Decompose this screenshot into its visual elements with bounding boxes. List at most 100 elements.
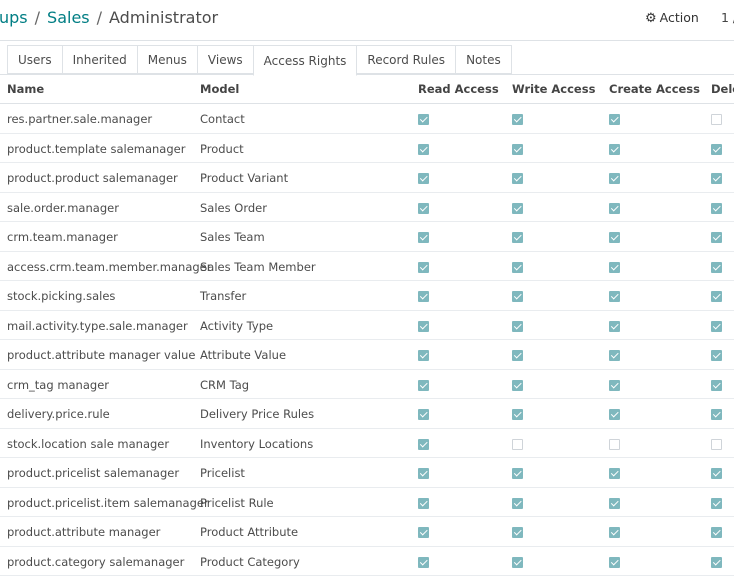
tab-users[interactable]: Users [7,45,63,74]
delete-access-checkbox[interactable] [711,203,722,214]
table-row[interactable]: product.attribute manager valueAttribute… [0,340,734,370]
column-header-delete-access[interactable]: Dele [711,82,734,96]
read-access-checkbox[interactable] [418,439,429,450]
table-row[interactable]: product.category salemanagerProduct Cate… [0,547,734,576]
column-header-read-access[interactable]: Read Access [418,82,499,96]
read-access-checkbox[interactable] [418,291,429,302]
write-access-checkbox[interactable] [512,439,523,450]
delete-access-checkbox[interactable] [711,350,722,361]
create-access-checkbox[interactable] [609,350,620,361]
table-row[interactable]: crm_tag managerCRM Tag [0,370,734,400]
table-row[interactable]: stock.location sale managerInventory Loc… [0,429,734,459]
delete-access-checkbox[interactable] [711,232,722,243]
delete-access-checkbox[interactable] [711,144,722,155]
breadcrumb-sales-link[interactable]: Sales [47,8,90,27]
table-row[interactable]: sale.order.managerSales Order [0,193,734,223]
write-access-checkbox[interactable] [512,232,523,243]
create-access-checkbox[interactable] [609,468,620,479]
table-row[interactable]: crm.team.managerSales Team [0,222,734,252]
write-access-checkbox[interactable] [512,527,523,538]
read-access-checkbox[interactable] [418,173,429,184]
write-access-checkbox[interactable] [512,144,523,155]
read-access-checkbox[interactable] [418,409,429,420]
tab-record-rules[interactable]: Record Rules [356,45,456,74]
action-button[interactable]: ⚙Action [645,10,699,26]
write-access-checkbox[interactable] [512,203,523,214]
delete-access-checkbox[interactable] [711,114,722,125]
write-access-checkbox[interactable] [512,468,523,479]
table-row[interactable]: product.product salemanagerProduct Varia… [0,163,734,193]
table-row[interactable]: access.crm.team.member.managerSales Team… [0,252,734,282]
write-access-checkbox[interactable] [512,557,523,568]
read-access-checkbox[interactable] [418,380,429,391]
table-row[interactable]: product.attribute managerProduct Attribu… [0,517,734,547]
cell-model: Pricelist [200,466,245,480]
delete-access-checkbox[interactable] [711,173,722,184]
write-access-checkbox[interactable] [512,350,523,361]
create-access-checkbox[interactable] [609,557,620,568]
write-access-checkbox[interactable] [512,380,523,391]
delete-access-checkbox[interactable] [711,527,722,538]
tab-access-rights[interactable]: Access Rights [253,45,358,76]
create-access-checkbox[interactable] [609,439,620,450]
create-access-checkbox[interactable] [609,114,620,125]
tab-notes[interactable]: Notes [455,45,512,74]
delete-access-checkbox[interactable] [711,439,722,450]
read-access-checkbox[interactable] [418,350,429,361]
table-row[interactable]: stock.picking.salesTransfer [0,281,734,311]
read-access-checkbox[interactable] [418,114,429,125]
column-header-create-access[interactable]: Create Access [609,82,700,96]
table-row[interactable]: res.partner.sale.managerContact [0,104,734,134]
write-access-checkbox[interactable] [512,114,523,125]
table-row[interactable]: product.template salemanagerProduct [0,134,734,164]
create-access-checkbox[interactable] [609,262,620,273]
create-access-checkbox[interactable] [609,203,620,214]
read-access-checkbox[interactable] [418,468,429,479]
create-access-checkbox[interactable] [609,527,620,538]
write-access-checkbox[interactable] [512,498,523,509]
read-access-checkbox[interactable] [418,557,429,568]
write-access-checkbox[interactable] [512,262,523,273]
tab-views[interactable]: Views [197,45,254,74]
delete-access-checkbox[interactable] [711,498,722,509]
pager-value[interactable]: 1 / [721,10,734,25]
cell-model: CRM Tag [200,378,249,392]
delete-access-checkbox[interactable] [711,262,722,273]
read-access-checkbox[interactable] [418,262,429,273]
create-access-checkbox[interactable] [609,409,620,420]
create-access-checkbox[interactable] [609,380,620,391]
table-row[interactable]: product.pricelist.item salemanagerPricel… [0,488,734,518]
write-access-checkbox[interactable] [512,321,523,332]
column-header-write-access[interactable]: Write Access [512,82,595,96]
delete-access-checkbox[interactable] [711,380,722,391]
write-access-checkbox[interactable] [512,291,523,302]
read-access-checkbox[interactable] [418,321,429,332]
column-header-name[interactable]: Name [7,82,44,96]
create-access-checkbox[interactable] [609,232,620,243]
create-access-checkbox[interactable] [609,173,620,184]
create-access-checkbox[interactable] [609,291,620,302]
create-access-checkbox[interactable] [609,321,620,332]
cell-model: Sales Team Member [200,260,316,274]
column-header-model[interactable]: Model [200,82,239,96]
delete-access-checkbox[interactable] [711,321,722,332]
delete-access-checkbox[interactable] [711,291,722,302]
read-access-checkbox[interactable] [418,498,429,509]
delete-access-checkbox[interactable] [711,468,722,479]
read-access-checkbox[interactable] [418,527,429,538]
breadcrumb-groups-link[interactable]: ups [0,8,28,27]
create-access-checkbox[interactable] [609,498,620,509]
write-access-checkbox[interactable] [512,409,523,420]
read-access-checkbox[interactable] [418,203,429,214]
write-access-checkbox[interactable] [512,173,523,184]
read-access-checkbox[interactable] [418,144,429,155]
tab-menus[interactable]: Menus [137,45,198,74]
create-access-checkbox[interactable] [609,144,620,155]
delete-access-checkbox[interactable] [711,409,722,420]
delete-access-checkbox[interactable] [711,557,722,568]
table-row[interactable]: product.pricelist salemanagerPricelist [0,458,734,488]
tab-inherited[interactable]: Inherited [62,45,138,74]
read-access-checkbox[interactable] [418,232,429,243]
table-row[interactable]: delivery.price.ruleDelivery Price Rules [0,399,734,429]
table-row[interactable]: mail.activity.type.sale.managerActivity … [0,311,734,341]
